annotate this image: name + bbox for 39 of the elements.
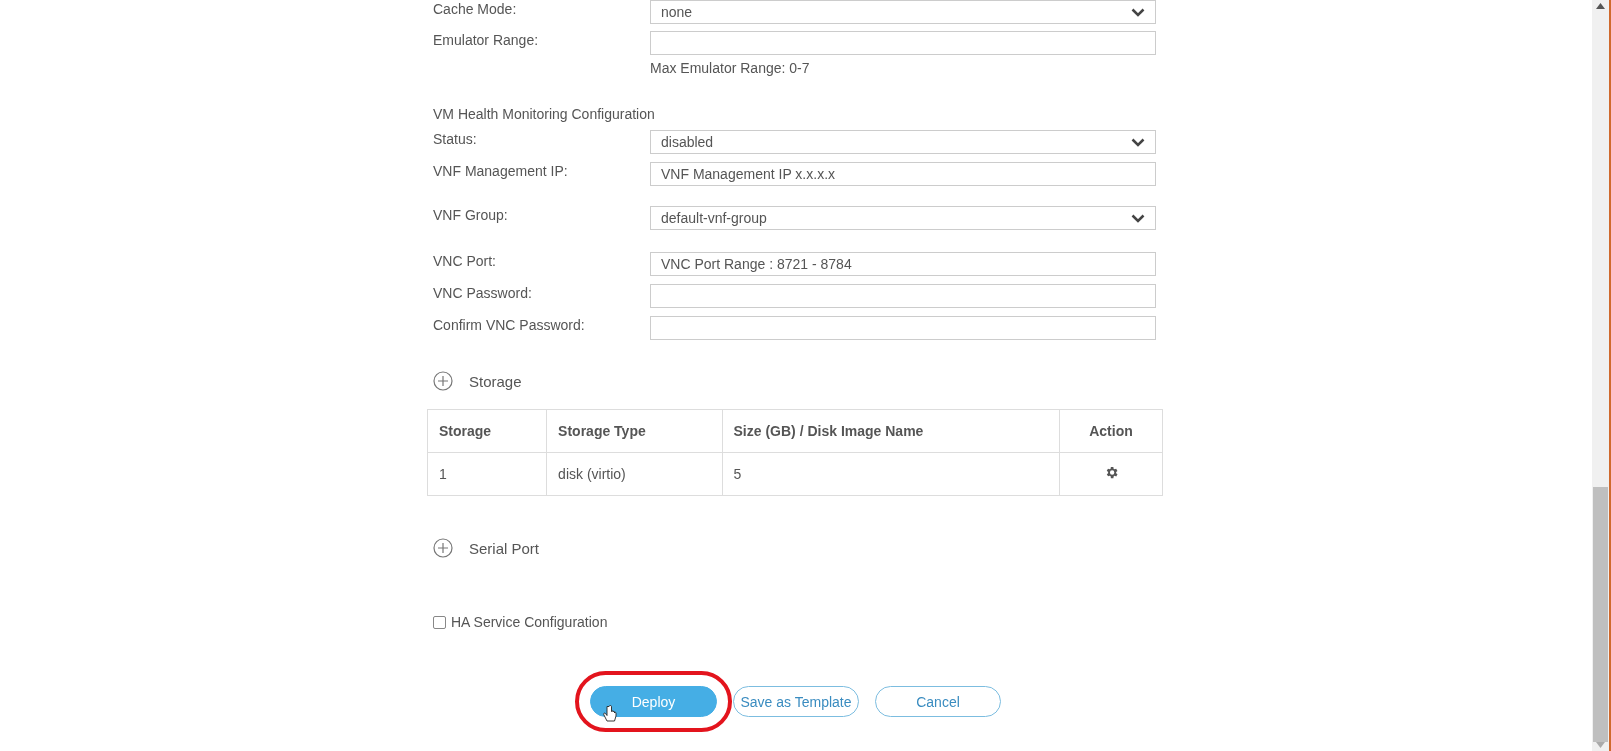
section-title: Storage xyxy=(469,372,522,390)
section-title: Serial Port xyxy=(469,539,540,557)
column-header: Size (GB) / Disk Image Name xyxy=(722,409,1060,453)
section-title: VM Health Monitoring Configuration xyxy=(433,106,656,122)
chevron-down-icon xyxy=(1131,7,1145,17)
table-cell: disk (virtio) xyxy=(546,452,723,496)
hand-cursor-icon xyxy=(603,705,617,723)
action-button[interactable]: Save as Template xyxy=(733,686,859,717)
input-field[interactable] xyxy=(650,31,1156,55)
field-label: VNC Password: xyxy=(433,284,533,302)
field-label: Confirm VNC Password: xyxy=(433,316,586,334)
field-label: VNC Port: xyxy=(433,252,497,270)
add-icon[interactable] xyxy=(433,538,453,558)
input-field[interactable]: VNF Management IP x.x.x.x xyxy=(650,162,1156,186)
select-field[interactable]: disabled xyxy=(650,130,1156,154)
column-header: Action xyxy=(1059,409,1163,453)
input-field[interactable] xyxy=(650,284,1156,308)
checkbox-label: HA Service Configuration xyxy=(451,614,608,630)
column-header: Storage xyxy=(427,409,547,453)
column-header: Storage Type xyxy=(546,409,723,453)
select-field[interactable]: default-vnf-group xyxy=(650,206,1156,230)
scrollbar[interactable] xyxy=(1592,0,1611,751)
field-label: Cache Mode: xyxy=(433,0,518,18)
hint-text: Max Emulator Range: 0-7 xyxy=(650,60,811,76)
field-label: Emulator Range: xyxy=(433,31,540,49)
field-label: Status: xyxy=(433,130,478,148)
table-cell: 1 xyxy=(427,452,547,496)
input-field[interactable]: VNC Port Range : 8721 - 8784 xyxy=(650,252,1156,276)
field-label: VNF Management IP: xyxy=(433,162,569,180)
scroll-up-icon[interactable] xyxy=(1596,3,1605,9)
input-field[interactable] xyxy=(650,316,1156,340)
chevron-down-icon xyxy=(1131,137,1145,147)
table-cell: 5 xyxy=(722,452,1060,496)
checkbox[interactable] xyxy=(433,615,446,629)
add-icon[interactable] xyxy=(433,371,453,391)
chevron-down-icon xyxy=(1131,213,1145,223)
field-label: VNF Group: xyxy=(433,206,509,224)
action-button[interactable]: Cancel xyxy=(875,686,1001,717)
select-field[interactable]: none xyxy=(650,0,1156,24)
